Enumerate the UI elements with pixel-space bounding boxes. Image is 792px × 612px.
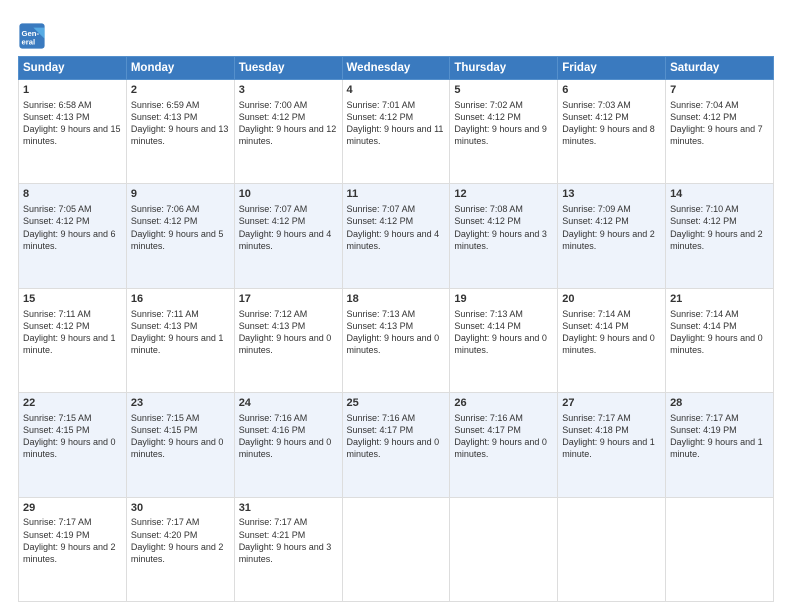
calendar-cell: 21Sunrise: 7:14 AMSunset: 4:14 PMDayligh… [666, 288, 774, 392]
calendar-row: 1Sunrise: 6:58 AMSunset: 4:13 PMDaylight… [19, 80, 774, 184]
calendar-cell: 17Sunrise: 7:12 AMSunset: 4:13 PMDayligh… [234, 288, 342, 392]
calendar-cell: 8Sunrise: 7:05 AMSunset: 4:12 PMDaylight… [19, 184, 127, 288]
col-header-saturday: Saturday [666, 57, 774, 80]
calendar-cell: 6Sunrise: 7:03 AMSunset: 4:12 PMDaylight… [558, 80, 666, 184]
calendar-cell [558, 497, 666, 601]
calendar-cell: 29Sunrise: 7:17 AMSunset: 4:19 PMDayligh… [19, 497, 127, 601]
calendar-cell: 9Sunrise: 7:06 AMSunset: 4:12 PMDaylight… [126, 184, 234, 288]
svg-text:eral: eral [22, 37, 36, 46]
col-header-wednesday: Wednesday [342, 57, 450, 80]
calendar-cell: 18Sunrise: 7:13 AMSunset: 4:13 PMDayligh… [342, 288, 450, 392]
calendar-cell: 12Sunrise: 7:08 AMSunset: 4:12 PMDayligh… [450, 184, 558, 288]
calendar-cell: 1Sunrise: 6:58 AMSunset: 4:13 PMDaylight… [19, 80, 127, 184]
calendar-cell: 19Sunrise: 7:13 AMSunset: 4:14 PMDayligh… [450, 288, 558, 392]
calendar-cell: 14Sunrise: 7:10 AMSunset: 4:12 PMDayligh… [666, 184, 774, 288]
calendar-cell: 23Sunrise: 7:15 AMSunset: 4:15 PMDayligh… [126, 393, 234, 497]
calendar-cell: 10Sunrise: 7:07 AMSunset: 4:12 PMDayligh… [234, 184, 342, 288]
calendar-cell: 15Sunrise: 7:11 AMSunset: 4:12 PMDayligh… [19, 288, 127, 392]
calendar-cell: 26Sunrise: 7:16 AMSunset: 4:17 PMDayligh… [450, 393, 558, 497]
calendar-cell: 4Sunrise: 7:01 AMSunset: 4:12 PMDaylight… [342, 80, 450, 184]
calendar-table: SundayMondayTuesdayWednesdayThursdayFrid… [18, 56, 774, 602]
calendar-cell: 16Sunrise: 7:11 AMSunset: 4:13 PMDayligh… [126, 288, 234, 392]
calendar-cell: 24Sunrise: 7:16 AMSunset: 4:16 PMDayligh… [234, 393, 342, 497]
calendar-cell: 31Sunrise: 7:17 AMSunset: 4:21 PMDayligh… [234, 497, 342, 601]
page: Gen- eral SundayMondayTuesdayWednesdayTh… [0, 0, 792, 612]
calendar-cell: 28Sunrise: 7:17 AMSunset: 4:19 PMDayligh… [666, 393, 774, 497]
calendar-cell: 7Sunrise: 7:04 AMSunset: 4:12 PMDaylight… [666, 80, 774, 184]
calendar-cell: 30Sunrise: 7:17 AMSunset: 4:20 PMDayligh… [126, 497, 234, 601]
logo: Gen- eral [18, 22, 50, 50]
calendar-cell [450, 497, 558, 601]
calendar-cell: 25Sunrise: 7:16 AMSunset: 4:17 PMDayligh… [342, 393, 450, 497]
calendar-row: 15Sunrise: 7:11 AMSunset: 4:12 PMDayligh… [19, 288, 774, 392]
calendar-cell: 3Sunrise: 7:00 AMSunset: 4:12 PMDaylight… [234, 80, 342, 184]
col-header-sunday: Sunday [19, 57, 127, 80]
calendar-cell: 22Sunrise: 7:15 AMSunset: 4:15 PMDayligh… [19, 393, 127, 497]
calendar-row: 8Sunrise: 7:05 AMSunset: 4:12 PMDaylight… [19, 184, 774, 288]
calendar-cell [666, 497, 774, 601]
calendar-cell: 5Sunrise: 7:02 AMSunset: 4:12 PMDaylight… [450, 80, 558, 184]
calendar-cell: 27Sunrise: 7:17 AMSunset: 4:18 PMDayligh… [558, 393, 666, 497]
logo-icon: Gen- eral [18, 22, 46, 50]
calendar-cell: 11Sunrise: 7:07 AMSunset: 4:12 PMDayligh… [342, 184, 450, 288]
calendar-cell: 13Sunrise: 7:09 AMSunset: 4:12 PMDayligh… [558, 184, 666, 288]
col-header-tuesday: Tuesday [234, 57, 342, 80]
header: Gen- eral [18, 18, 774, 50]
col-header-thursday: Thursday [450, 57, 558, 80]
svg-text:Gen-: Gen- [22, 29, 40, 38]
calendar-cell: 20Sunrise: 7:14 AMSunset: 4:14 PMDayligh… [558, 288, 666, 392]
calendar-row: 22Sunrise: 7:15 AMSunset: 4:15 PMDayligh… [19, 393, 774, 497]
col-header-friday: Friday [558, 57, 666, 80]
col-header-monday: Monday [126, 57, 234, 80]
calendar-cell [342, 497, 450, 601]
calendar-row: 29Sunrise: 7:17 AMSunset: 4:19 PMDayligh… [19, 497, 774, 601]
calendar-cell: 2Sunrise: 6:59 AMSunset: 4:13 PMDaylight… [126, 80, 234, 184]
